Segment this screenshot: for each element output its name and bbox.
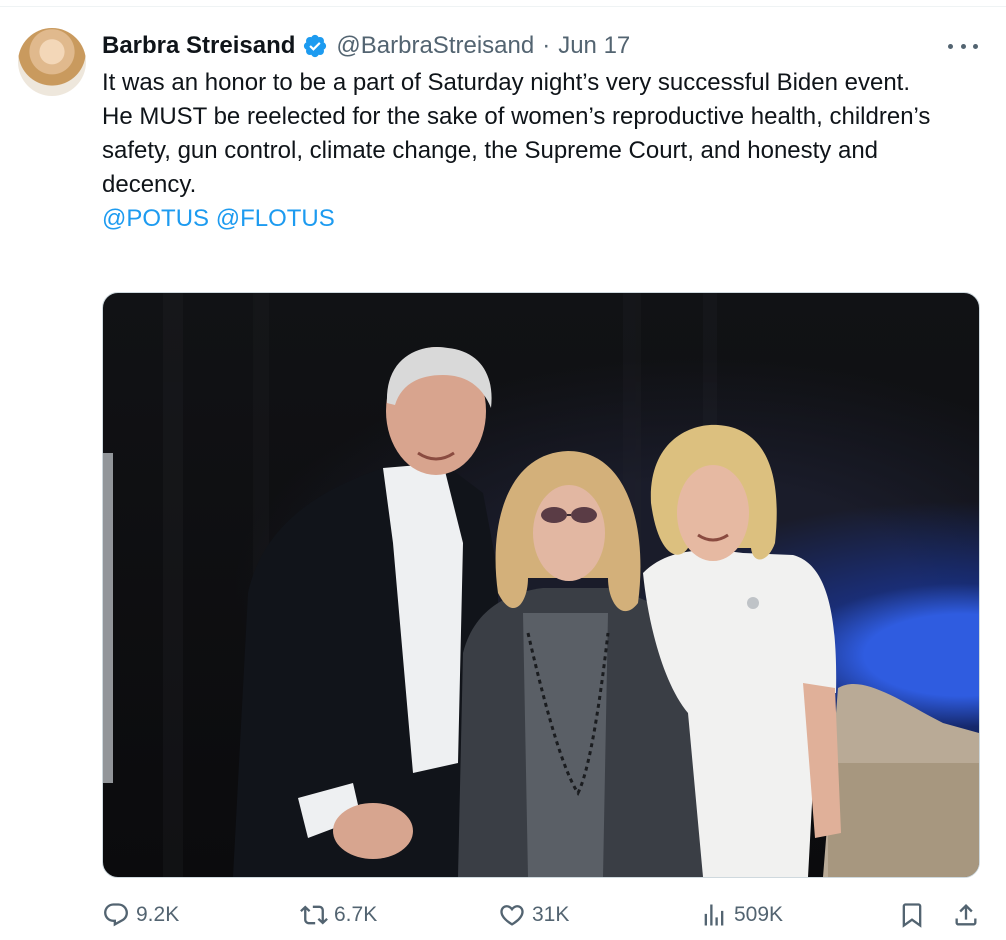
avatar[interactable] [18,28,86,96]
repost-icon [300,905,328,925]
tweet-mentions[interactable]: @POTUS @FLOTUS [102,202,962,236]
tweet-text: It was an honor to be a part of Saturday… [102,66,962,236]
views-button[interactable]: 509K [700,898,783,932]
more-icon[interactable] [948,36,978,56]
share-icon [955,904,977,926]
tweet-text-line-2: He MUST be reelected for the sake of wom… [102,103,931,198]
handle[interactable]: @BarbraStreisand [336,30,534,62]
display-name[interactable]: Barbra Streisand [102,30,295,62]
like-count: 31K [532,903,570,926]
tweet-photo[interactable] [102,292,980,878]
photo-illustration [103,293,979,877]
tweet-date[interactable]: Jun 17 [558,30,630,62]
reply-button[interactable]: 9.2K [102,898,179,932]
share-button[interactable] [952,898,986,932]
repost-button[interactable]: 6.7K [300,898,377,932]
verified-badge-icon[interactable] [302,33,328,59]
bookmark-icon [902,903,922,928]
bookmark-button[interactable] [898,898,932,932]
view-count: 509K [734,903,784,926]
tweet-text-line-1: It was an honor to be a part of Saturday… [102,69,911,96]
top-divider [0,6,1006,7]
tweet-header: Barbra Streisand @BarbraStreisand · Jun … [102,30,630,62]
repost-count: 6.7K [334,903,378,926]
reply-icon [104,903,128,927]
tweet-actions: 9.2K 6.7K 31K 509K [102,898,986,932]
views-icon [704,904,724,926]
separator-dot: · [542,32,551,59]
reply-count: 9.2K [136,903,180,926]
like-icon [500,905,524,926]
like-button[interactable]: 31K [498,898,569,932]
